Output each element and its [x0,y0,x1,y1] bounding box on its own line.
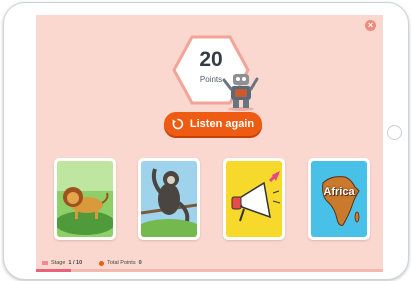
game-screen: × 20 Points Listen again Africa Stage 1 … [36,15,383,272]
total-points-value: 0 [138,260,142,266]
stage-value: 1 / 10 [68,260,83,266]
status-bar: Stage 1 / 10 Total Points 0 [42,260,142,266]
score-value: 20 [199,48,223,71]
gibbon-icon [141,161,197,237]
robot-mascot-icon [222,74,259,111]
tablet-frame: × 20 Points Listen again Africa Stage 1 … [3,2,409,280]
answer-card-megaphone[interactable] [223,158,285,240]
stage-progress-bar [36,269,383,272]
answer-card-africa[interactable]: Africa [308,158,370,240]
points-icon [99,260,105,266]
home-button[interactable] [387,125,402,140]
listen-again-button[interactable]: Listen again [164,112,262,136]
lion-icon [57,161,113,237]
replay-icon [172,118,184,130]
stage-label: Stage [51,260,66,266]
megaphone-icon [226,161,282,237]
answer-card-gibbon[interactable] [138,158,200,240]
answer-card-lion[interactable] [54,158,116,240]
stage-progress-fill [36,269,71,272]
stage-icon [42,261,48,265]
africa-map-icon [311,161,367,237]
africa-label: Africa [323,186,355,198]
close-icon[interactable]: × [365,20,376,31]
listen-again-label: Listen again [189,118,255,130]
total-points-label: Total Points [107,260,136,266]
